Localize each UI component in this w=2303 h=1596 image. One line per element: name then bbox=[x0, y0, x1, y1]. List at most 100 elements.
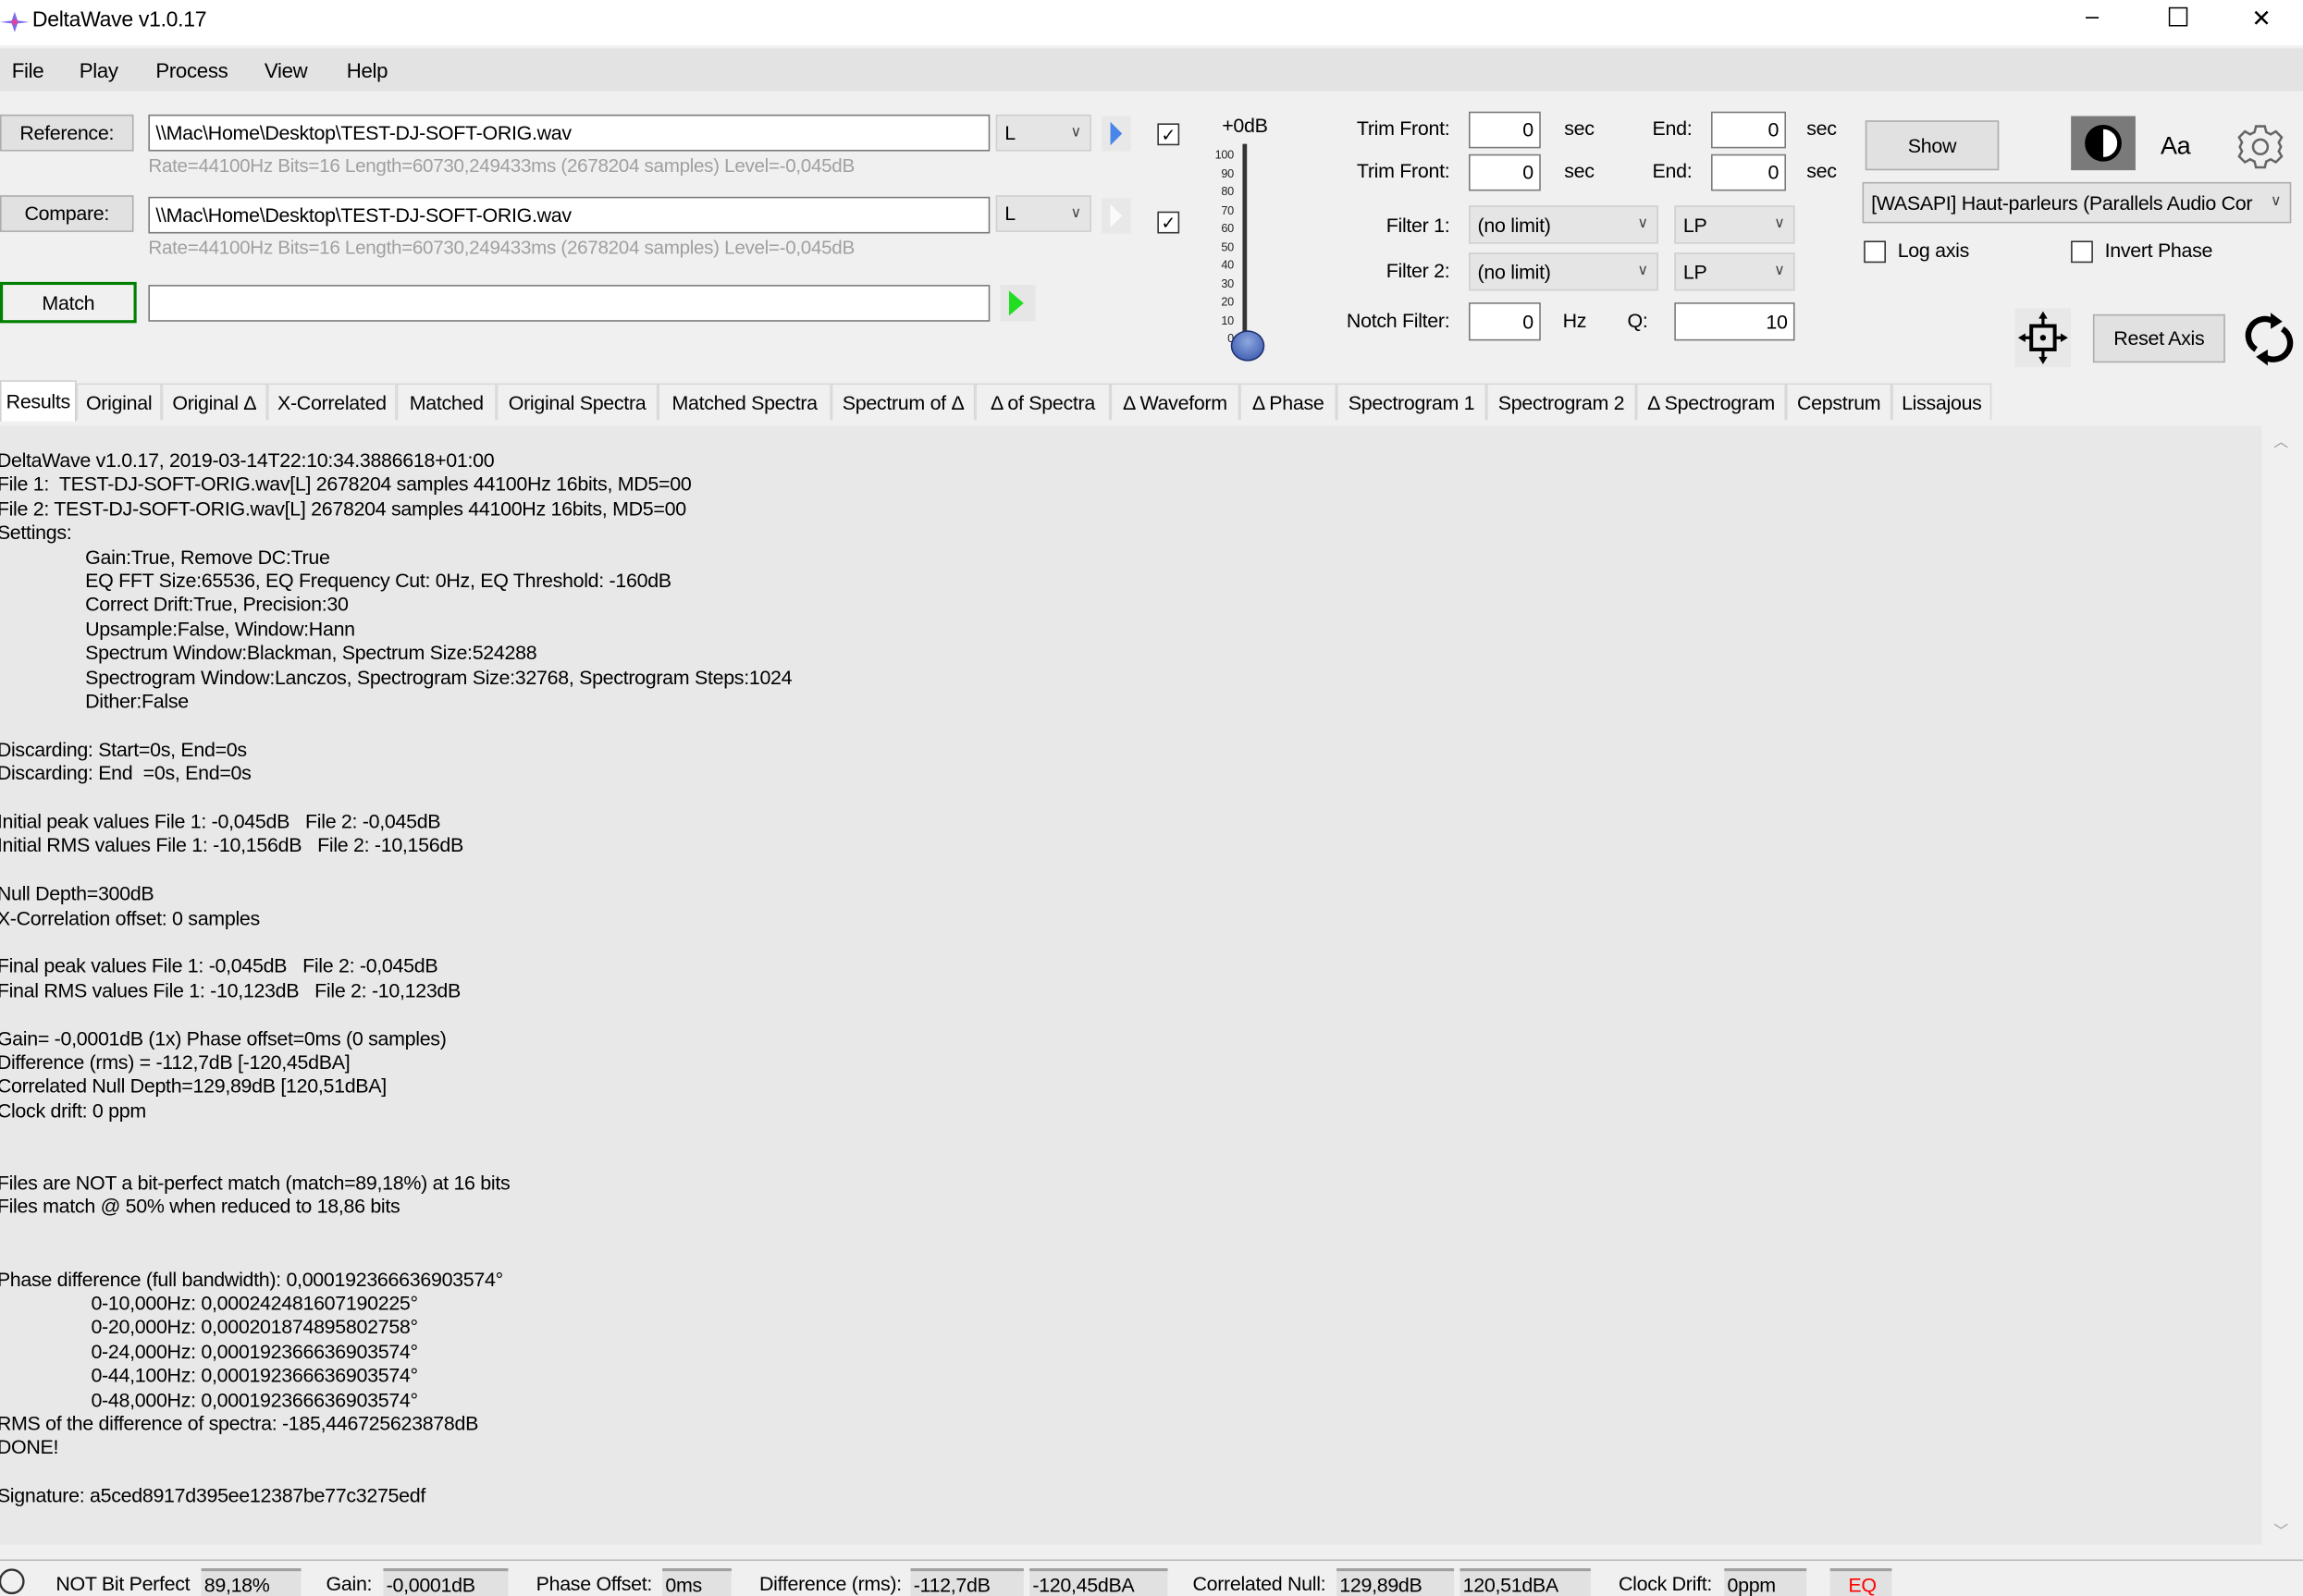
maximize-button[interactable]: ☐ bbox=[2166, 3, 2190, 33]
tab-lissajous[interactable]: Lissajous bbox=[1891, 383, 1992, 421]
correlated-null-label: Correlated Null: bbox=[1192, 1572, 1326, 1595]
invert-phase-label: Invert Phase bbox=[2104, 239, 2213, 262]
trim-end-unit-2: sec bbox=[1806, 160, 1837, 182]
compare-channel-value: L bbox=[1004, 203, 1016, 225]
reference-path-input[interactable]: \\Mac\Home\Desktop\TEST-DJ-SOFT-ORIG.wav bbox=[148, 114, 991, 152]
scroll-up-icon[interactable]: ︿ bbox=[2273, 429, 2288, 450]
result-line: DeltaWave v1.0.17, 2019-03-14T22:10:34.3… bbox=[0, 448, 495, 472]
play-match-icon[interactable] bbox=[1000, 285, 1036, 322]
camera-icon[interactable] bbox=[0, 1564, 30, 1596]
compare-path-input[interactable]: \\Mac\Home\Desktop\TEST-DJ-SOFT-ORIG.wav bbox=[148, 196, 991, 234]
clock-drift-label: Clock Drift: bbox=[1618, 1572, 1712, 1595]
menu-process[interactable]: Process bbox=[155, 59, 228, 82]
level-tick-label: 20 bbox=[1221, 295, 1234, 309]
tab-spectrogram-2[interactable]: Spectrogram 2 bbox=[1486, 383, 1637, 421]
result-line: RMS of the difference of spectra: -185,4… bbox=[0, 1412, 479, 1435]
refresh-icon[interactable] bbox=[2244, 312, 2294, 367]
gain-label: Gain: bbox=[326, 1572, 373, 1595]
title-bar: DeltaWave v1.0.17 – ☐ ✕ bbox=[0, 0, 2303, 46]
compare-checkbox[interactable]: ✓ bbox=[1157, 211, 1180, 234]
filter-1-value: (no limit) bbox=[1477, 214, 1551, 236]
filter-2-select[interactable]: (no limit) ∨ bbox=[1469, 252, 1658, 291]
tab-x-correlated[interactable]: X-Correlated bbox=[267, 383, 397, 421]
result-line: Settings: bbox=[0, 522, 72, 544]
bit-perfect-label: NOT Bit Perfect bbox=[55, 1572, 191, 1595]
deltawave-window: DeltaWave v1.0.17 – ☐ ✕ File Play Proces… bbox=[0, 0, 2303, 1596]
level-tick-label: 70 bbox=[1221, 203, 1234, 217]
tab-results[interactable]: Results bbox=[0, 380, 77, 422]
font-button[interactable]: Aa bbox=[2161, 132, 2191, 162]
tab-spectrogram-delta[interactable]: Δ Spectrogram bbox=[1636, 383, 1787, 421]
invert-phase-checkbox[interactable] bbox=[2071, 240, 2093, 264]
result-line: Dither:False bbox=[85, 690, 189, 713]
trim-front-input-1[interactable]: 0 bbox=[1469, 111, 1541, 149]
filter-1-label: Filter 1: bbox=[1385, 214, 1450, 237]
result-line: Spectrogram Window:Lanczos, Spectrogram … bbox=[85, 666, 793, 689]
trim-end-input-1[interactable]: 0 bbox=[1711, 111, 1787, 149]
result-line: Discarding: Start=0s, End=0s bbox=[0, 738, 247, 761]
minimize-button[interactable]: – bbox=[2086, 5, 2099, 31]
trim-front-input-2[interactable]: 0 bbox=[1469, 153, 1541, 191]
results-text-area[interactable]: DeltaWave v1.0.17, 2019-03-14T22:10:34.3… bbox=[0, 425, 2262, 1545]
tab-spectrum-of-delta[interactable]: Spectrum of Δ bbox=[831, 383, 976, 421]
tab-spectrogram-1[interactable]: Spectrogram 1 bbox=[1336, 383, 1487, 421]
tab-matched[interactable]: Matched bbox=[396, 383, 497, 421]
filter-2-type: LP bbox=[1682, 260, 1707, 283]
log-axis-checkbox[interactable] bbox=[1864, 240, 1886, 264]
tab-of-spectra-delta[interactable]: Δ of Spectra bbox=[975, 383, 1111, 421]
tab-original[interactable]: Original bbox=[76, 383, 162, 421]
output-device-select[interactable]: [WASAPI] Haut-parleurs (Parallels Audio … bbox=[1862, 181, 2292, 224]
result-line: Clock drift: 0 ppm bbox=[0, 1099, 146, 1122]
q-label: Q: bbox=[1627, 310, 1648, 332]
tab-matched-spectra[interactable]: Matched Spectra bbox=[658, 383, 831, 421]
tab-cepstrum[interactable]: Cepstrum bbox=[1786, 383, 1892, 421]
reference-checkbox[interactable]: ✓ bbox=[1157, 123, 1180, 146]
difference-label: Difference (rms): bbox=[758, 1572, 902, 1595]
scroll-down-icon[interactable]: ﹀ bbox=[2273, 1518, 2288, 1540]
result-line: Initial peak values File 1: -0,045dB Fil… bbox=[0, 810, 441, 833]
result-line: EQ FFT Size:65536, EQ Frequency Cut: 0Hz… bbox=[85, 570, 671, 592]
menu-help[interactable]: Help bbox=[347, 59, 388, 82]
contrast-icon[interactable] bbox=[2071, 116, 2136, 171]
tab-original-delta[interactable]: Original Δ bbox=[161, 383, 268, 421]
trim-end-input-2[interactable]: 0 bbox=[1711, 153, 1787, 191]
menu-file[interactable]: File bbox=[12, 59, 44, 82]
level-slider-track[interactable] bbox=[1242, 143, 1248, 341]
tab-waveform-delta[interactable]: Δ Waveform bbox=[1110, 383, 1240, 421]
result-line: Correct Drift:True, Precision:30 bbox=[85, 594, 349, 616]
reference-channel-select[interactable]: L ∨ bbox=[995, 114, 1091, 152]
match-input[interactable] bbox=[148, 285, 991, 322]
gear-icon[interactable] bbox=[2235, 122, 2285, 172]
filter-2-type-select[interactable]: LP ∨ bbox=[1674, 252, 1795, 291]
match-button[interactable]: Match bbox=[0, 281, 137, 324]
result-line: Difference (rms) = -112,7dB [-120,45dBA] bbox=[0, 1051, 351, 1074]
move-axis-icon[interactable] bbox=[2014, 308, 2072, 367]
tab-original-spectra[interactable]: Original Spectra bbox=[496, 383, 659, 421]
menu-view[interactable]: View bbox=[265, 59, 308, 82]
level-slider-knob[interactable] bbox=[1230, 330, 1265, 362]
show-button[interactable]: Show bbox=[1865, 120, 2000, 171]
tab-phase-delta[interactable]: Δ Phase bbox=[1239, 383, 1337, 421]
result-line: File 1: TEST-DJ-SOFT-ORIG.wav[L] 2678204… bbox=[0, 473, 692, 496]
vertical-scrollbar[interactable]: ︿ ﹀ bbox=[2261, 425, 2303, 1545]
filter-1-type-select[interactable]: LP ∨ bbox=[1674, 205, 1795, 244]
trim-end-label-1: End: bbox=[1652, 117, 1693, 140]
chevron-down-icon: ∨ bbox=[1070, 124, 1081, 141]
result-line: Files match @ 50% when reduced to 18,86 … bbox=[0, 1196, 400, 1219]
q-input[interactable]: 10 bbox=[1674, 302, 1795, 341]
compare-channel-select[interactable]: L ∨ bbox=[995, 195, 1091, 232]
reset-axis-button[interactable]: Reset Axis bbox=[2092, 313, 2225, 363]
phase-offset-label: Phase Offset: bbox=[536, 1572, 653, 1595]
play-reference-icon[interactable] bbox=[1102, 116, 1131, 152]
result-line: DONE! bbox=[0, 1436, 59, 1459]
menu-play[interactable]: Play bbox=[80, 59, 118, 82]
trim-front-unit-2: sec bbox=[1564, 160, 1595, 182]
result-line: File 2: TEST-DJ-SOFT-ORIG.wav[L] 2678204… bbox=[0, 497, 686, 520]
reference-button[interactable]: Reference: bbox=[0, 114, 134, 152]
notch-filter-input[interactable]: 0 bbox=[1469, 302, 1541, 341]
level-tick-label: 10 bbox=[1221, 313, 1234, 327]
compare-button[interactable]: Compare: bbox=[0, 195, 134, 232]
close-button[interactable]: ✕ bbox=[2251, 5, 2271, 34]
filter-1-select[interactable]: (no limit) ∨ bbox=[1469, 205, 1658, 244]
play-compare-icon[interactable] bbox=[1102, 198, 1131, 234]
